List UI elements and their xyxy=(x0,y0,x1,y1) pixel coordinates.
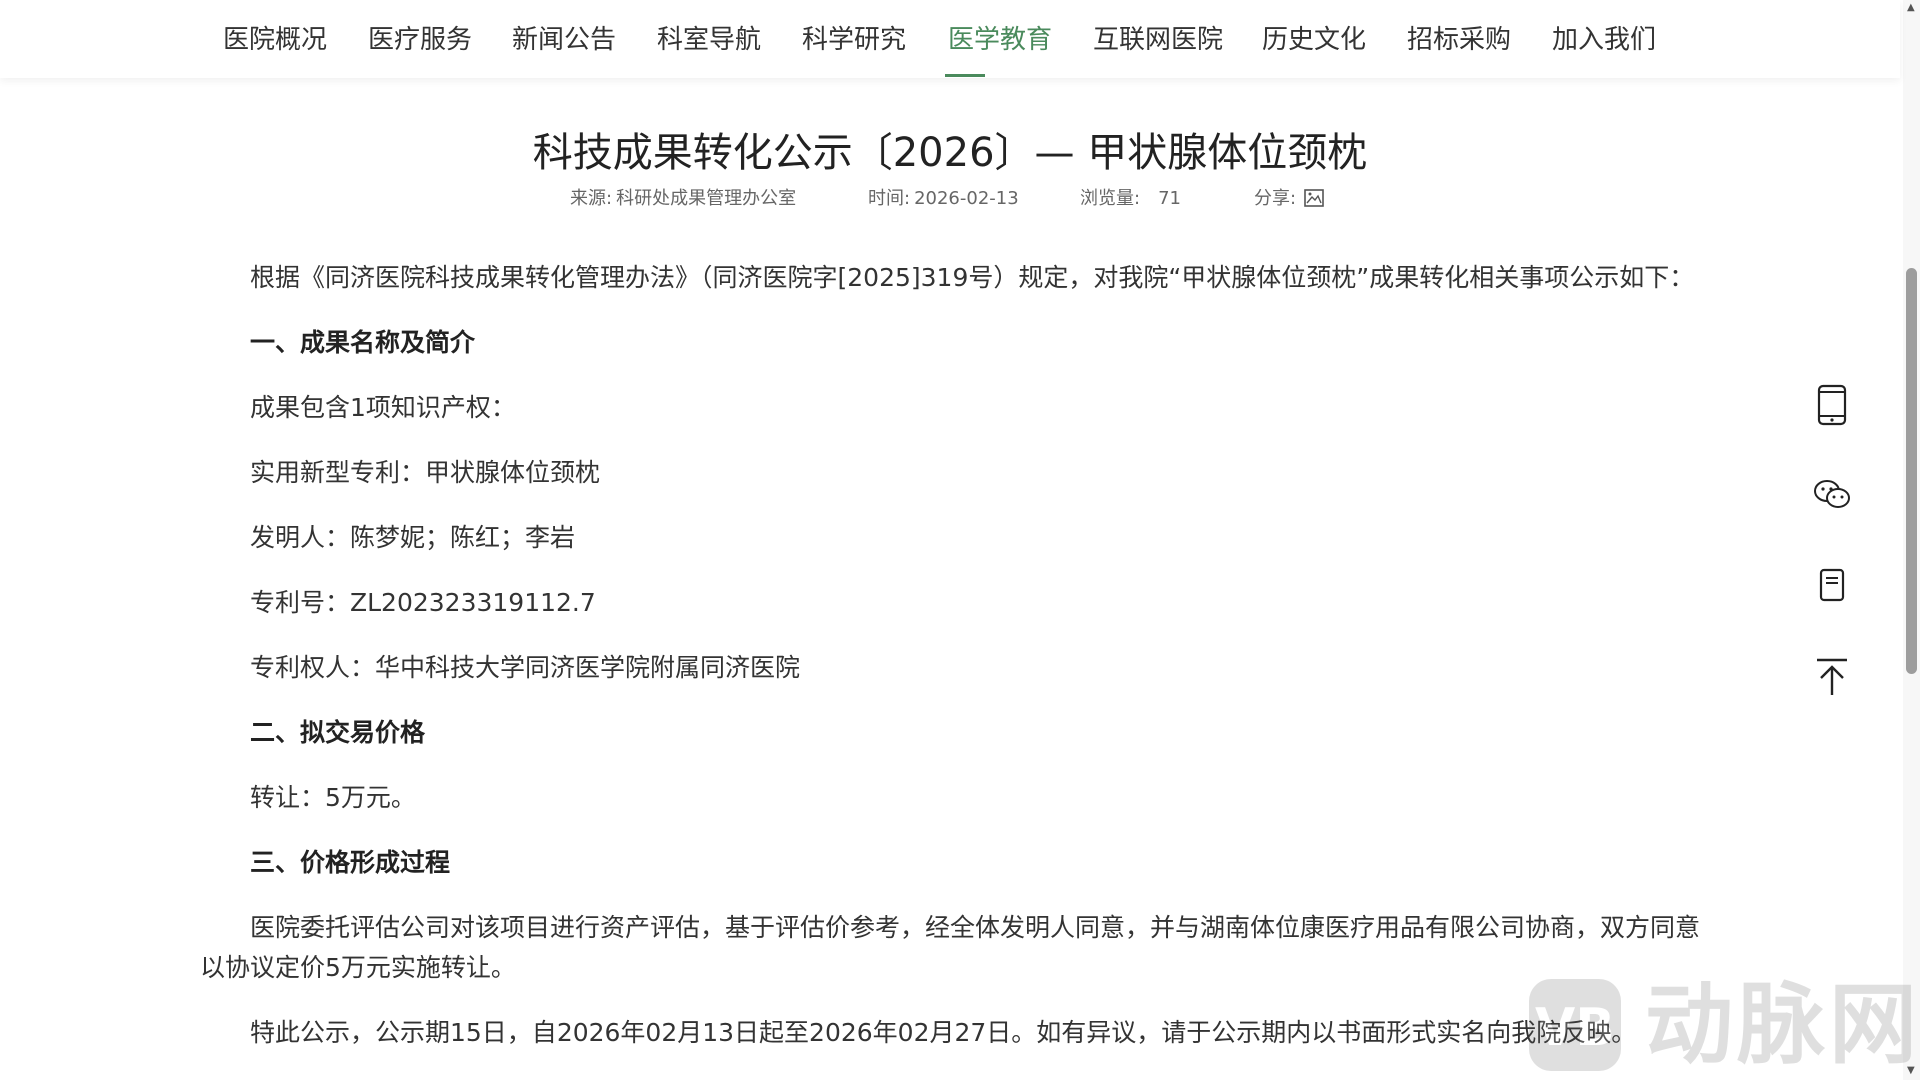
meta-time-label: 时间: xyxy=(868,188,911,209)
meta-source-value: 科研处成果管理办公室 xyxy=(616,188,797,209)
paragraph-ip-count: 成果包含1项知识产权： xyxy=(250,393,516,422)
nav-item-join-us[interactable]: 加入我们 xyxy=(1552,24,1656,56)
paragraph-price: 转让：5万元。 xyxy=(250,783,416,812)
paragraph-notice-period: 特此公示，公示期15日，自2026年02月13日起至2026年02月27日。如有… xyxy=(250,1018,1637,1047)
nav-item-medical-services[interactable]: 医疗服务 xyxy=(368,24,472,56)
nav-item-history[interactable]: 历史文化 xyxy=(1262,24,1366,56)
image-share-icon[interactable] xyxy=(1304,189,1324,212)
wechat-share-button[interactable] xyxy=(1812,470,1852,520)
meta-time: 时间: 2026-02-13 xyxy=(868,184,1019,210)
section-heading-1: 一、成果名称及简介 xyxy=(250,328,476,357)
meta-share-label: 分享: xyxy=(1254,188,1297,209)
back-to-top-button[interactable] xyxy=(1812,652,1852,702)
article-content: 根据《同济医院科技成果转化管理办法》（同济医院字[2025]319号）规定，对我… xyxy=(200,258,1710,1078)
nav-item-internet-hospital[interactable]: 互联网医院 xyxy=(1093,24,1223,56)
meta-views: 浏览量: 71 xyxy=(1080,184,1181,210)
nav-item-news[interactable]: 新闻公告 xyxy=(512,24,616,56)
meta-views-label: 浏览量: xyxy=(1080,188,1141,209)
nav-item-hospital-overview[interactable]: 医院概况 xyxy=(223,24,327,56)
paragraph-patentee: 专利权人：华中科技大学同济医学院附属同济医院 xyxy=(250,653,801,682)
paragraph-patent-number: 专利号：ZL202323319112.7 xyxy=(250,588,596,617)
scrollbar-thumb[interactable] xyxy=(1906,268,1917,674)
svg-text:VB: VB xyxy=(1535,998,1615,1058)
section-heading-3: 三、价格形成过程 xyxy=(250,848,451,877)
paragraph-pricing-process: 医院委托评估公司对该项目进行资产评估，基于评估价参考，经全体发明人同意，并与湖南… xyxy=(200,913,1701,982)
section-heading-2: 二、拟交易价格 xyxy=(250,718,426,747)
article-title: 科技成果转化公示〔2026〕— 甲状腺体位颈枕 xyxy=(532,129,1368,176)
meta-source-label: 来源: xyxy=(570,188,613,209)
wechat-icon xyxy=(1814,480,1850,508)
nav-item-research[interactable]: 科学研究 xyxy=(802,24,906,56)
meta-views-value: 71 xyxy=(1158,188,1181,209)
nav-item-departments[interactable]: 科室导航 xyxy=(657,24,761,56)
paragraph-intro: 根据《同济医院科技成果转化管理办法》（同济医院字[2025]319号）规定，对我… xyxy=(250,263,1695,292)
mobile-view-button[interactable] xyxy=(1812,380,1852,430)
watermark: VB 动脉网 xyxy=(1525,975,1917,1075)
nav-item-procurement[interactable]: 招标采购 xyxy=(1407,24,1511,56)
meta-share: 分享: xyxy=(1254,184,1324,212)
scroll-up-arrow[interactable]: ▲ xyxy=(1907,3,1915,13)
paragraph-patent-type: 实用新型专利：甲状腺体位颈枕 xyxy=(250,458,601,487)
paragraph-inventors: 发明人：陈梦妮；陈红；李岩 xyxy=(250,523,576,552)
nav-active-indicator xyxy=(945,74,985,77)
top-navigation: 医院概况 医疗服务 新闻公告 科室导航 科学研究 医学教育 互联网医院 历史文化… xyxy=(0,0,1900,78)
back-to-top-icon xyxy=(1817,658,1847,695)
bookmark-icon xyxy=(1819,568,1845,602)
logo-icon: VB xyxy=(1529,979,1621,1071)
nav-item-medical-education[interactable]: 医学教育 xyxy=(948,24,1052,56)
page: 医院概况 医疗服务 新闻公告 科室导航 科学研究 医学教育 互联网医院 历史文化… xyxy=(0,0,1920,1080)
meta-source: 来源: 科研处成果管理办公室 xyxy=(570,184,796,210)
watermark-text: 动脉网 xyxy=(1645,973,1920,1076)
meta-time-value: 2026-02-13 xyxy=(914,188,1019,209)
bookmark-button[interactable] xyxy=(1812,560,1852,610)
phone-icon xyxy=(1817,384,1847,426)
